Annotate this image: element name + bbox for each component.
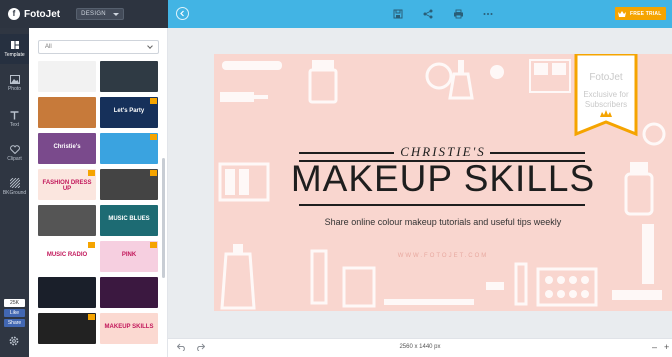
bottom-bar: 2560 x 1440 px – + — [168, 338, 672, 357]
template-thumbnail[interactable]: MUSIC BLUES — [100, 205, 158, 236]
template-thumbnail[interactable] — [38, 313, 96, 344]
save-icon — [393, 9, 403, 19]
panel-scrollbar[interactable] — [162, 158, 165, 278]
template-thumbnail[interactable] — [100, 133, 158, 164]
more-icon — [483, 13, 493, 15]
gear-icon — [9, 336, 19, 346]
template-thumbnail[interactable]: PINK — [100, 241, 158, 272]
facebook-share-button[interactable]: Share — [4, 319, 25, 327]
template-thumbnail[interactable] — [100, 61, 158, 92]
premium-crown-icon — [150, 98, 157, 104]
share-button[interactable] — [420, 6, 436, 22]
chevron-down-icon — [147, 43, 153, 49]
template-thumbnail[interactable]: FASHION DRESS UP — [38, 169, 96, 200]
rail-item-clipart[interactable]: Clipart — [0, 138, 29, 168]
template-thumbnail[interactable] — [100, 169, 158, 200]
background-icon — [9, 178, 20, 188]
canvas-workspace: CHRISTIE'S MAKEUP SKILLS Share online co… — [168, 28, 672, 338]
premium-crown-icon — [150, 170, 157, 176]
template-thumbnail[interactable]: Christie's — [38, 133, 96, 164]
canvas-size-label: 2560 x 1440 px — [399, 344, 441, 350]
rail-item-photo[interactable]: Photo — [0, 68, 29, 98]
template-thumbnail[interactable] — [38, 97, 96, 128]
premium-crown-icon — [88, 242, 95, 248]
premium-crown-icon — [150, 242, 157, 248]
collapse-panel-button[interactable] — [176, 7, 189, 20]
design-canvas[interactable]: CHRISTIE'S MAKEUP SKILLS Share online co… — [214, 54, 672, 311]
rail-item-label: BKGround — [2, 190, 27, 196]
fotojet-logo-icon: f — [8, 8, 20, 20]
design-title[interactable]: MAKEUP SKILLS — [214, 158, 672, 200]
chevron-left-icon — [180, 10, 184, 17]
title-rule-bottom — [299, 204, 585, 206]
category-filter-dropdown[interactable]: All — [38, 40, 159, 54]
rail-item-label: Template — [4, 52, 25, 58]
settings-button[interactable] — [8, 334, 20, 352]
template-thumbnail[interactable] — [100, 277, 158, 308]
brand-name: FotoJet — [24, 8, 61, 20]
design-subtitle[interactable]: Share online colour makeup tutorials and… — [214, 217, 672, 227]
template-panel: All Let's Party Christie's FASHION DRESS U… — [29, 28, 168, 357]
premium-crown-icon — [150, 134, 157, 140]
print-icon — [453, 9, 463, 19]
rail-item-template[interactable]: Template — [0, 34, 29, 64]
text-icon — [10, 110, 19, 119]
crown-icon — [618, 10, 626, 17]
category-filter-value: All — [45, 44, 52, 50]
photo-icon — [9, 74, 20, 84]
facebook-like-button[interactable]: Like — [4, 309, 25, 317]
free-trial-label: FREE TRIAL — [630, 10, 662, 17]
facebook-widget: 25K Like Share — [4, 299, 25, 327]
save-button[interactable] — [390, 6, 406, 22]
template-thumbnail-label: Christie's — [53, 144, 81, 150]
template-thumbnail-label: MUSIC RADIO — [46, 252, 88, 258]
rail-item-label: Clipart — [7, 155, 22, 162]
mode-dropdown[interactable]: DESIGN — [76, 8, 125, 20]
rail-item-text[interactable]: Text — [0, 104, 29, 134]
template-icon — [10, 41, 19, 49]
rail-item-label: Photo — [7, 85, 22, 92]
template-thumbnail-label: MAKEUP SKILLS — [104, 324, 154, 330]
template-thumbnail[interactable]: MAKEUP SKILLS — [100, 313, 158, 344]
template-thumbnail[interactable]: Let's Party — [100, 97, 158, 128]
template-thumbnail[interactable] — [38, 277, 96, 308]
premium-crown-icon — [88, 170, 95, 176]
template-thumbnail[interactable] — [38, 61, 96, 92]
top-bar: f FotoJet DESIGN FREE TRIAL — [0, 0, 672, 28]
design-website[interactable]: WWW.FOTOJET.COM — [214, 253, 672, 259]
template-thumbnail-label: PINK — [121, 252, 137, 258]
template-thumbnail-label: FASHION DRESS UP — [42, 180, 92, 192]
free-trial-button[interactable]: FREE TRIAL — [615, 7, 666, 20]
toolbar — [390, 6, 496, 22]
brand-area: f FotoJet DESIGN — [0, 0, 168, 28]
template-thumbnail[interactable]: MUSIC RADIO — [38, 241, 96, 272]
print-button[interactable] — [450, 6, 466, 22]
ribbon-brand: FotoJet — [589, 72, 623, 83]
mode-dropdown-value: DESIGN — [81, 11, 106, 17]
zoom-out-button[interactable]: – — [652, 342, 657, 352]
left-rail: Template Photo Text Clipart BKGround 25K… — [0, 28, 29, 357]
premium-crown-icon — [88, 314, 95, 320]
rail-item-label: Text — [9, 121, 20, 128]
rail-item-background[interactable]: BKGround — [0, 172, 29, 202]
chevron-down-icon — [113, 12, 120, 16]
template-thumbnail-label: Let's Party — [113, 108, 145, 114]
fotojet-app: f FotoJet DESIGN FREE TRIAL Template Pho… — [0, 0, 672, 357]
facebook-like-count: 25K — [4, 299, 25, 307]
clipart-icon — [9, 144, 20, 154]
ribbon-line2: Subscribers — [584, 100, 628, 109]
ribbon-line1: Exclusive for — [583, 90, 629, 99]
template-thumbnail-label: MUSIC BLUES — [108, 216, 150, 222]
zoom-in-button[interactable]: + — [664, 342, 669, 352]
template-thumbnail[interactable] — [38, 205, 96, 236]
more-button[interactable] — [480, 6, 496, 22]
share-icon — [423, 9, 433, 19]
